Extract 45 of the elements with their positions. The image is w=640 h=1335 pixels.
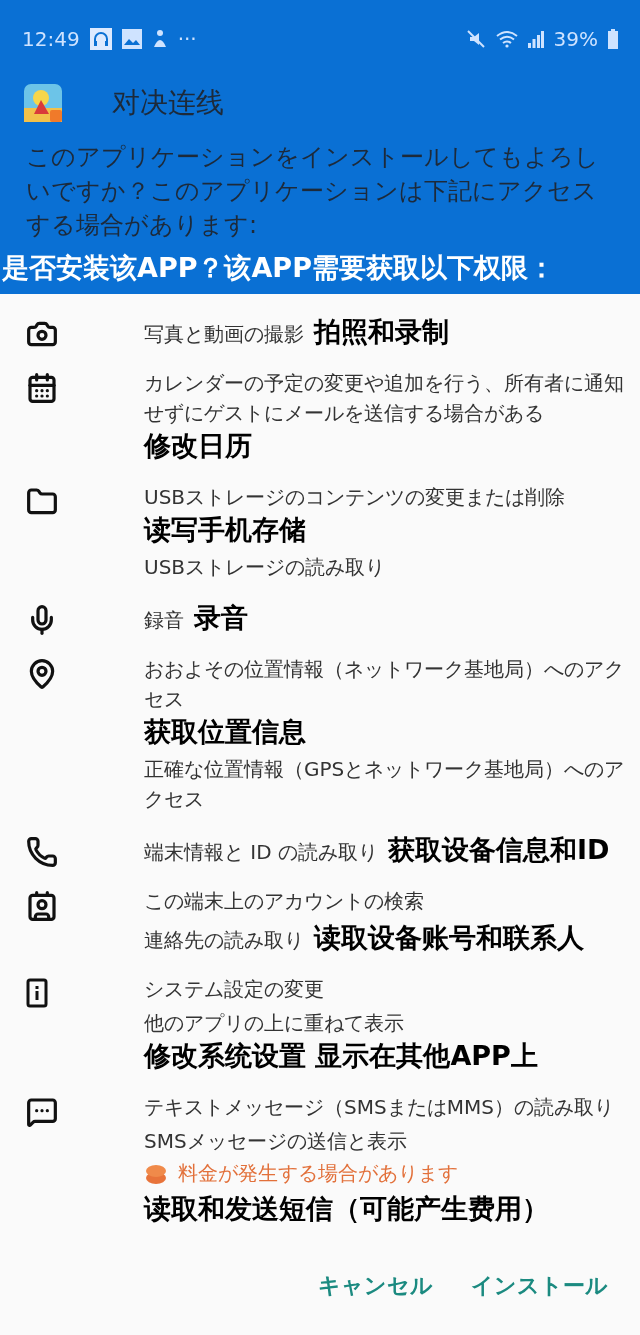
contact-card-icon xyxy=(26,890,58,922)
wifi-icon xyxy=(495,30,518,48)
install-button[interactable]: インストール xyxy=(471,1265,608,1307)
battery-icon xyxy=(608,29,618,49)
permission-text: 録音 xyxy=(144,607,184,634)
annotation-caption: 录音 xyxy=(194,601,248,635)
permission-text: USBストレージのコンテンツの変更または削除 xyxy=(144,484,566,511)
annotation-caption: 读取设备账号和联系人 xyxy=(314,921,584,955)
annotation-caption: 获取位置信息 xyxy=(144,715,306,749)
permission-text: 写真と動画の撮影 xyxy=(144,321,304,348)
signal-icon xyxy=(527,30,544,48)
headphones-icon xyxy=(89,28,112,50)
cancel-button[interactable]: キャンセル xyxy=(318,1265,433,1307)
app-icon xyxy=(24,84,62,122)
status-time: 12:49 xyxy=(22,27,80,51)
permission-text: カレンダーの予定の変更や追加を行う、所有者に通知せずにゲストにメールを送信する場合がある xyxy=(144,370,625,427)
message-icon xyxy=(26,1096,58,1128)
annotation-caption: 获取设备信息和ID xyxy=(388,833,610,867)
permission-text: USBストレージの読み取り xyxy=(144,554,386,581)
permission-text: システム設定の変更 xyxy=(144,976,324,1003)
install-question: このアプリケーションをインストールしてもよろしいですか？このアプリケーションは下記にアクセスする場合があります: xyxy=(25,142,600,241)
permission-text: おおよその位置情報（ネットワーク基地局）へのアクセス xyxy=(144,656,625,713)
permission-text: テキストメッセージ（SMSまたはMMS）の読み取り xyxy=(144,1094,614,1121)
permission-text: この端末上のアカウントの検索 xyxy=(144,888,424,915)
permission-text: 端末情報と ID の読み取り xyxy=(144,839,378,866)
annotation-caption: 读取和发送短信（可能产生费用） xyxy=(144,1192,550,1226)
annotation-caption: 是否安装该APP？该APP需要获取以下权限： xyxy=(1,251,556,285)
figure-icon xyxy=(151,29,168,49)
permission-text: 他のアプリの上に重ねて表示 xyxy=(144,1010,404,1037)
permission-text: 連絡先の読み取り xyxy=(144,927,304,954)
mute-icon xyxy=(465,29,486,49)
annotation-caption: 读写手机存储 xyxy=(144,513,306,547)
more-notifications: ··· xyxy=(177,27,197,51)
battery-percent: 39% xyxy=(553,27,598,51)
image-icon xyxy=(121,29,142,49)
phone-icon xyxy=(26,836,58,868)
phone-info-icon xyxy=(26,978,48,1008)
app-name: 对决连线 xyxy=(112,85,224,121)
annotation-caption: 修改系统设置 显示在其他APP上 xyxy=(144,1039,538,1073)
annotation-caption: 修改日历 xyxy=(144,429,252,463)
annotation-caption: 拍照和录制 xyxy=(314,315,449,349)
calendar-icon xyxy=(26,372,58,404)
charge-warning: 料金が発生する場合があります xyxy=(178,1160,458,1187)
permission-text: 正確な位置情報（GPSとネットワーク基地局）へのアクセス xyxy=(144,756,626,813)
permission-text: SMSメッセージの送信と表示 xyxy=(144,1128,407,1155)
